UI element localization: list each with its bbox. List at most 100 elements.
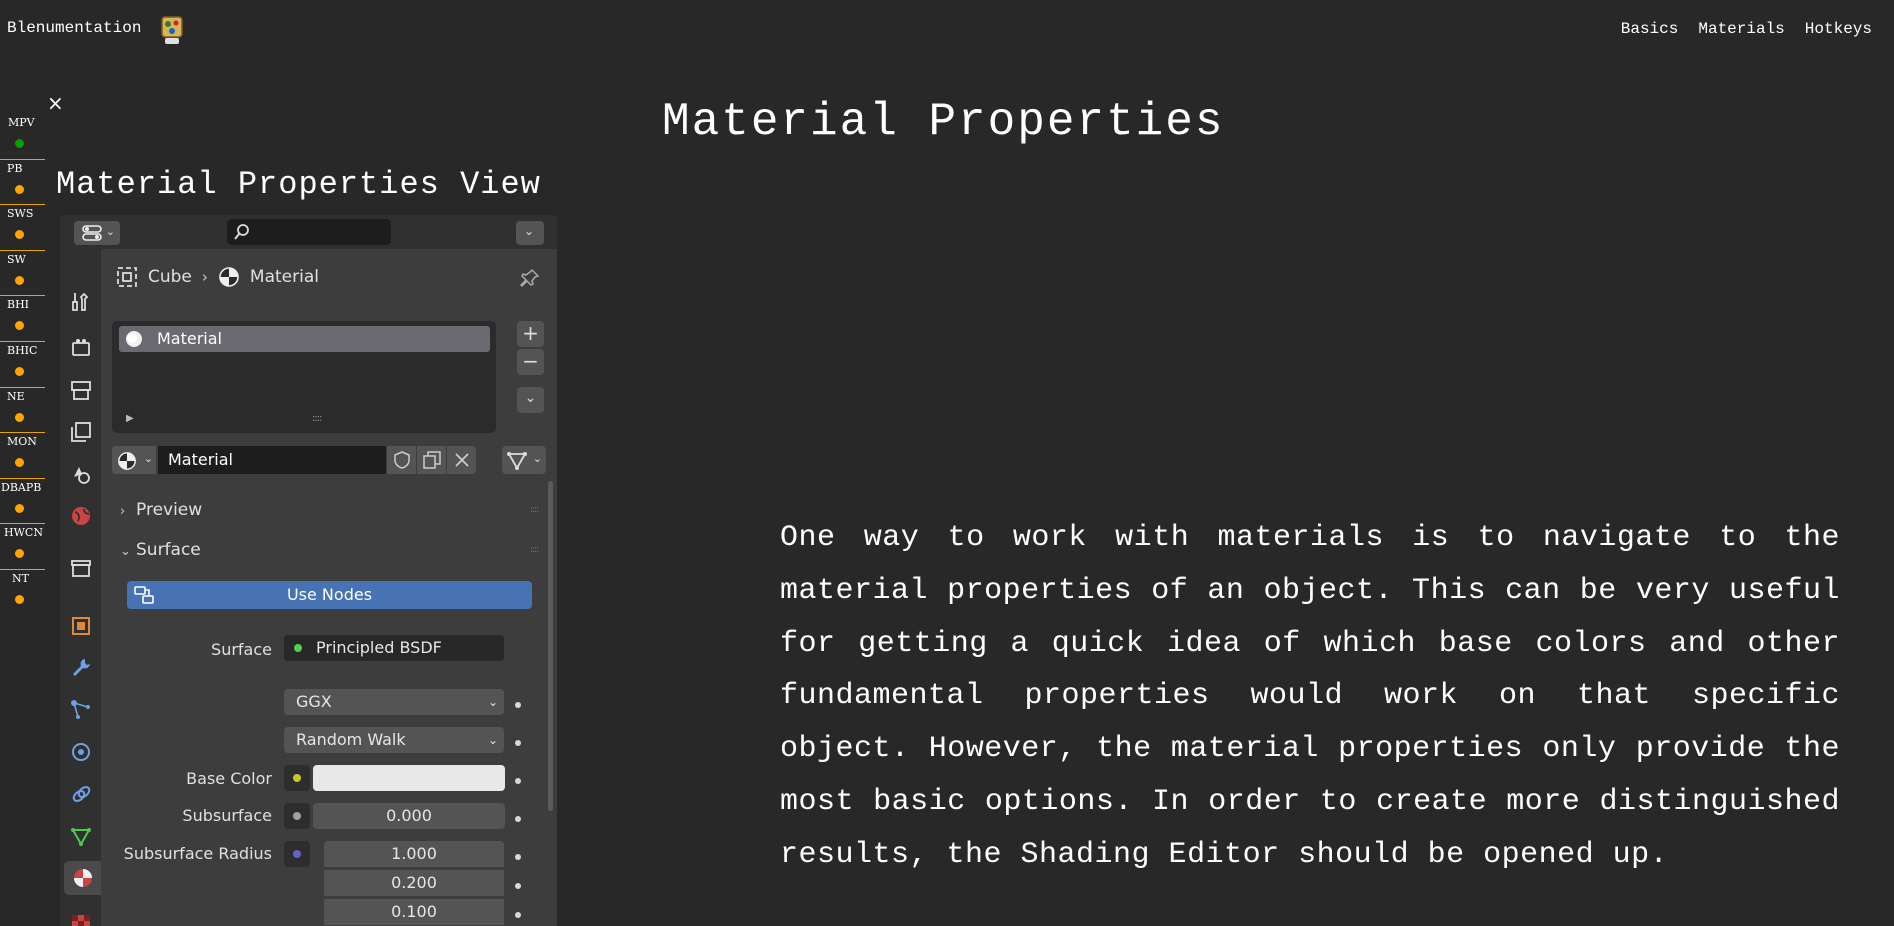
shader-socket-icon: [294, 644, 302, 652]
radius-z-field[interactable]: 0.100: [324, 899, 504, 925]
pin-icon[interactable]: [520, 268, 540, 288]
keyframe-dot-icon[interactable]: [515, 816, 521, 822]
resize-grip-icon[interactable]: ::::: [312, 413, 323, 424]
unlink-material-button[interactable]: [447, 446, 476, 474]
surface-shader-field[interactable]: Principled BSDF: [284, 635, 504, 661]
keyframe-dot-icon[interactable]: [515, 854, 521, 860]
shield-icon: [393, 451, 410, 469]
object-icon: [72, 617, 90, 635]
list-item[interactable]: Material: [119, 326, 490, 352]
sidebar-item-bhic[interactable]: BHIC: [0, 342, 45, 388]
intro-paragraph: One way to work with materials is to nav…: [780, 521, 1840, 872]
chevron-down-icon: ⌄: [532, 452, 542, 465]
status-dot-icon: [15, 184, 24, 194]
sidebar-item-label: BHI: [7, 298, 30, 312]
world-icon: [72, 507, 90, 525]
render-icon: [72, 339, 90, 356]
sidebar-item-sws[interactable]: SWS: [0, 205, 45, 251]
status-dot-icon: [15, 139, 24, 148]
editor-type-icon: [82, 225, 102, 241]
radius-y-field[interactable]: 0.200: [324, 870, 504, 896]
options-dropdown-button[interactable]: ⌄: [516, 221, 544, 245]
tab-output[interactable]: [66, 373, 96, 407]
site-brand[interactable]: Blenumentation: [7, 19, 141, 37]
tab-render[interactable]: [66, 331, 96, 365]
tab-constraints[interactable]: [66, 777, 96, 811]
color-socket-button[interactable]: [284, 765, 310, 791]
sidebar-item-sw[interactable]: SW: [0, 251, 45, 297]
material-name-field[interactable]: Material: [158, 446, 386, 474]
nav-hotkeys[interactable]: Hotkeys: [1805, 20, 1872, 38]
sidebar-item-label: PB: [7, 161, 23, 175]
distribution-select[interactable]: GGX ⌄: [284, 689, 504, 715]
tool-icon: [72, 292, 89, 311]
tab-material[interactable]: [64, 861, 101, 895]
tab-tool[interactable]: [66, 285, 96, 319]
remove-slot-button[interactable]: −: [517, 349, 544, 375]
slot-specials-button[interactable]: ⌄: [517, 387, 544, 413]
tab-collection[interactable]: [66, 551, 96, 585]
preview-panel-header[interactable]: › Preview: [120, 500, 202, 520]
nav-materials[interactable]: Materials: [1698, 20, 1784, 38]
tab-particles[interactable]: [66, 693, 96, 727]
tab-modifiers[interactable]: [66, 651, 96, 685]
sidebar-item-bhi[interactable]: BHI: [0, 296, 45, 342]
collection-icon: [71, 560, 91, 577]
sidebar-item-mon[interactable]: MON: [0, 433, 45, 479]
sidebar-item-dbapb[interactable]: DBAPB: [0, 479, 45, 525]
keyframe-dot-icon[interactable]: [515, 883, 521, 889]
modifier-icon: [73, 659, 90, 676]
surface-panel-header[interactable]: ⌄ Surface: [120, 540, 201, 560]
sidebar-item-label: DBAPB: [1, 480, 42, 494]
keyframe-dot-icon[interactable]: [515, 702, 521, 708]
subsurface-method-select[interactable]: Random Walk ⌄: [284, 727, 504, 753]
float-socket-button[interactable]: [284, 803, 310, 829]
material-slot-list[interactable]: Material ▶ ::::: [112, 321, 496, 433]
fake-user-button[interactable]: [387, 446, 416, 474]
sidebar-item-nt[interactable]: NT: [0, 570, 45, 615]
sidebar-item-ne[interactable]: NE: [0, 388, 45, 434]
keyframe-dot-icon[interactable]: [515, 778, 521, 784]
sidebar-item-pb[interactable]: PB: [0, 160, 45, 206]
material-ball-icon: [126, 331, 142, 347]
distribution-value: GGX: [296, 692, 332, 711]
chevron-right-icon: ›: [120, 504, 126, 519]
tab-view-layer[interactable]: [66, 415, 96, 449]
radius-x-field[interactable]: 1.000: [324, 841, 504, 867]
properties-search-input[interactable]: [227, 219, 391, 245]
base-color-swatch[interactable]: [313, 765, 505, 791]
nav-basics[interactable]: Basics: [1621, 20, 1679, 38]
blender-logo-icon[interactable]: [158, 14, 186, 46]
close-icon: [454, 453, 469, 467]
close-sidebar-icon[interactable]: ×: [47, 93, 64, 113]
vector-socket-button[interactable]: [284, 841, 310, 867]
keyframe-dot-icon[interactable]: [515, 912, 521, 918]
scrollbar[interactable]: [548, 481, 553, 811]
add-slot-button[interactable]: +: [517, 321, 544, 347]
tab-physics[interactable]: [66, 735, 96, 769]
keyframe-dot-icon[interactable]: [515, 740, 521, 746]
physics-icon: [72, 743, 90, 761]
status-dot-icon: [15, 458, 24, 468]
duplicate-material-button[interactable]: [417, 446, 446, 474]
node-tree-icon: [134, 586, 154, 604]
preview-label: Preview: [136, 500, 203, 520]
sidebar-item-mpv[interactable]: MPV: [0, 114, 45, 160]
subsurface-slider[interactable]: 0.000: [313, 803, 505, 829]
page-title: Material Properties: [662, 96, 1225, 148]
link-type-button[interactable]: ⌄: [502, 446, 546, 474]
tab-world[interactable]: [66, 499, 96, 533]
drag-handle-icon[interactable]: ::::: [530, 545, 539, 555]
tab-texture[interactable]: [66, 907, 96, 926]
sidebar-item-label: BHIC: [7, 343, 38, 357]
sidebar-item-hwcn[interactable]: HWCN: [0, 524, 45, 570]
breadcrumb-object: Cube: [148, 267, 192, 287]
expand-triangle-icon[interactable]: ▶: [126, 413, 134, 424]
tab-object[interactable]: [66, 609, 96, 643]
object-icon: [117, 267, 137, 287]
drag-handle-icon[interactable]: ::::: [530, 505, 539, 515]
browse-material-button[interactable]: ⌄: [112, 446, 156, 474]
use-nodes-button[interactable]: Use Nodes: [127, 581, 532, 609]
editor-type-button[interactable]: ⌄: [74, 221, 120, 245]
tab-scene[interactable]: [66, 457, 96, 491]
